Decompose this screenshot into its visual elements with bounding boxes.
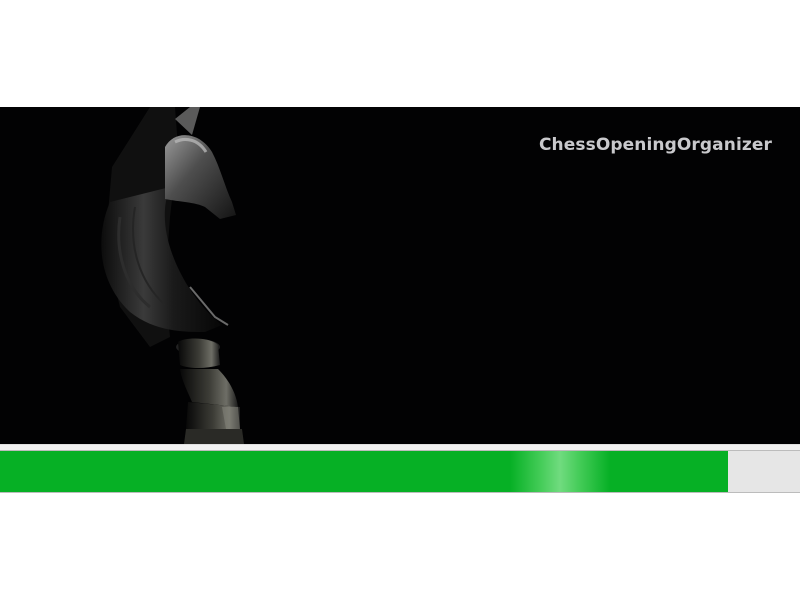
loading-progress-bar: [0, 450, 800, 493]
progress-fill: [0, 451, 728, 492]
splash-screen: ChessOpeningOrganizer: [0, 107, 800, 493]
app-title: ChessOpeningOrganizer: [538, 135, 772, 155]
splash-image: ChessOpeningOrganizer: [0, 107, 800, 444]
chess-knight-icon: [101, 107, 244, 444]
progress-glow: [510, 451, 610, 492]
